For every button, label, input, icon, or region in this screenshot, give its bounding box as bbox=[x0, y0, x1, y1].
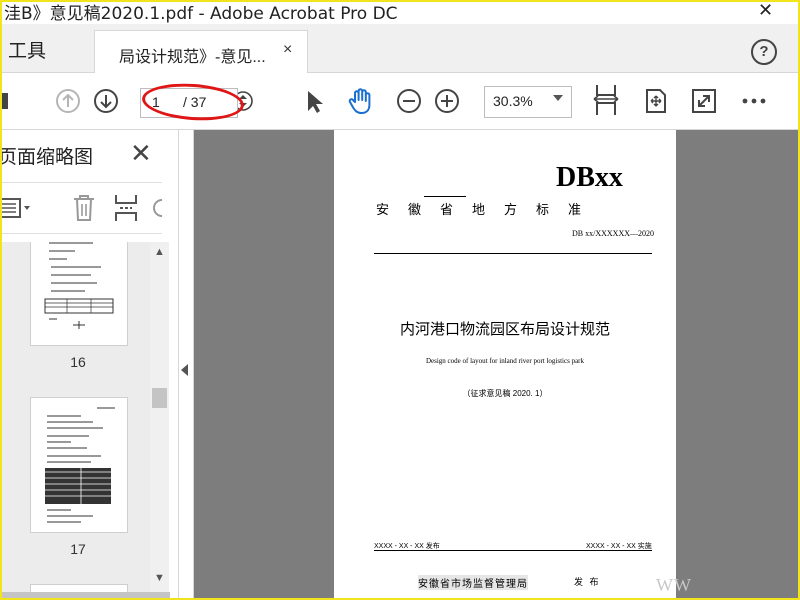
scroll-up-icon[interactable]: ▲ bbox=[154, 246, 165, 258]
scroll-down-icon[interactable]: ▼ bbox=[154, 572, 165, 584]
chevron-down-icon[interactable] bbox=[553, 95, 563, 101]
thumbnail-page-content bbox=[44, 242, 114, 329]
page-thumbnail[interactable] bbox=[30, 242, 128, 346]
divider bbox=[374, 253, 652, 254]
save-icon[interactable] bbox=[0, 87, 16, 115]
panel-title: 页面缩略图 bbox=[0, 147, 94, 168]
horizontal-scrollbar[interactable] bbox=[2, 592, 170, 598]
zoom-in-icon[interactable] bbox=[433, 87, 461, 115]
thumbnail-scrollbar[interactable]: ▲ ▼ bbox=[150, 242, 169, 598]
previous-page-icon[interactable] bbox=[54, 87, 82, 115]
divider bbox=[424, 196, 466, 197]
panel-toolbar bbox=[0, 182, 164, 234]
page-thumbnails-panel: 页面缩略图 ✕ 16 17 ▲ ▼ bbox=[2, 130, 179, 598]
rotate-page-icon[interactable] bbox=[150, 197, 164, 219]
document-view[interactable]: DBxx 安徽省地方标准 DB xx/XXXXXX—2020 内河港口物流园区布… bbox=[194, 130, 798, 598]
standard-code: DBxx bbox=[556, 162, 623, 193]
options-menu-icon[interactable] bbox=[0, 195, 36, 221]
window-title: 洼B》意见稿2020.1.pdf - Adobe Acrobat Pro DC bbox=[4, 4, 398, 24]
page-thumbnail[interactable] bbox=[30, 397, 128, 533]
tab-close-icon[interactable]: × bbox=[283, 41, 292, 59]
document-page: DBxx 安徽省地方标准 DB xx/XXXXXX—2020 内河港口物流园区布… bbox=[334, 130, 676, 598]
app-window: 洼B》意见稿2020.1.pdf - Adobe Acrobat Pro DC … bbox=[0, 0, 800, 600]
main-toolbar bbox=[2, 73, 798, 130]
document-title: 内河港口物流园区布局设计规范 bbox=[399, 321, 610, 338]
zoom-out-icon[interactable] bbox=[395, 87, 423, 115]
fit-width-icon[interactable] bbox=[591, 83, 621, 117]
zoom-select[interactable]: 30.3% bbox=[484, 86, 572, 118]
close-panel-icon[interactable]: ✕ bbox=[130, 138, 152, 169]
thumbnail-page-content bbox=[45, 407, 115, 523]
chevron-left-icon[interactable] bbox=[181, 364, 188, 376]
thumbnail-label: 17 bbox=[70, 541, 86, 557]
hand-tool-icon[interactable] bbox=[346, 86, 376, 116]
divider bbox=[374, 550, 652, 551]
issuing-authority: 安徽省市场监督管理局 bbox=[418, 575, 528, 590]
more-tools-icon[interactable] bbox=[740, 87, 768, 115]
tab-tools[interactable]: 工具 bbox=[8, 36, 46, 63]
help-icon[interactable]: ? bbox=[751, 39, 777, 65]
delete-page-icon[interactable] bbox=[70, 193, 98, 223]
document-number: DB xx/XXXXXX—2020 bbox=[572, 229, 654, 238]
draft-note: （征求意见稿 2020. 1） bbox=[462, 389, 548, 398]
full-screen-icon[interactable] bbox=[690, 87, 718, 115]
scrollbar-thumb[interactable] bbox=[152, 388, 167, 408]
title-bar: 洼B》意见稿2020.1.pdf - Adobe Acrobat Pro DC … bbox=[2, 2, 798, 24]
province-standard-label: 安徽省地方标准 bbox=[376, 202, 601, 217]
insert-page-icon[interactable] bbox=[112, 193, 140, 223]
thumbnail-list[interactable]: 16 17 bbox=[2, 242, 150, 598]
window-close-icon[interactable]: ✕ bbox=[758, 2, 773, 21]
tab-document[interactable]: 局设计规范》-意见... × bbox=[94, 30, 308, 74]
document-title-english: Design code of layout for inland river p… bbox=[425, 357, 585, 365]
thumbnail-label: 16 bbox=[70, 354, 86, 370]
select-tool-icon[interactable] bbox=[300, 87, 328, 115]
watermark-text: WW bbox=[656, 575, 692, 595]
fit-page-icon[interactable] bbox=[642, 87, 670, 115]
collapse-panel-handle[interactable] bbox=[179, 130, 194, 598]
issue-label: 发 布 bbox=[574, 577, 601, 587]
tab-bar: 工具 局设计规范》-意见... × bbox=[2, 24, 798, 74]
next-page-icon[interactable] bbox=[92, 87, 120, 115]
tab-document-label: 局设计规范》-意见... bbox=[119, 49, 266, 66]
zoom-value: 30.3% bbox=[493, 93, 533, 109]
